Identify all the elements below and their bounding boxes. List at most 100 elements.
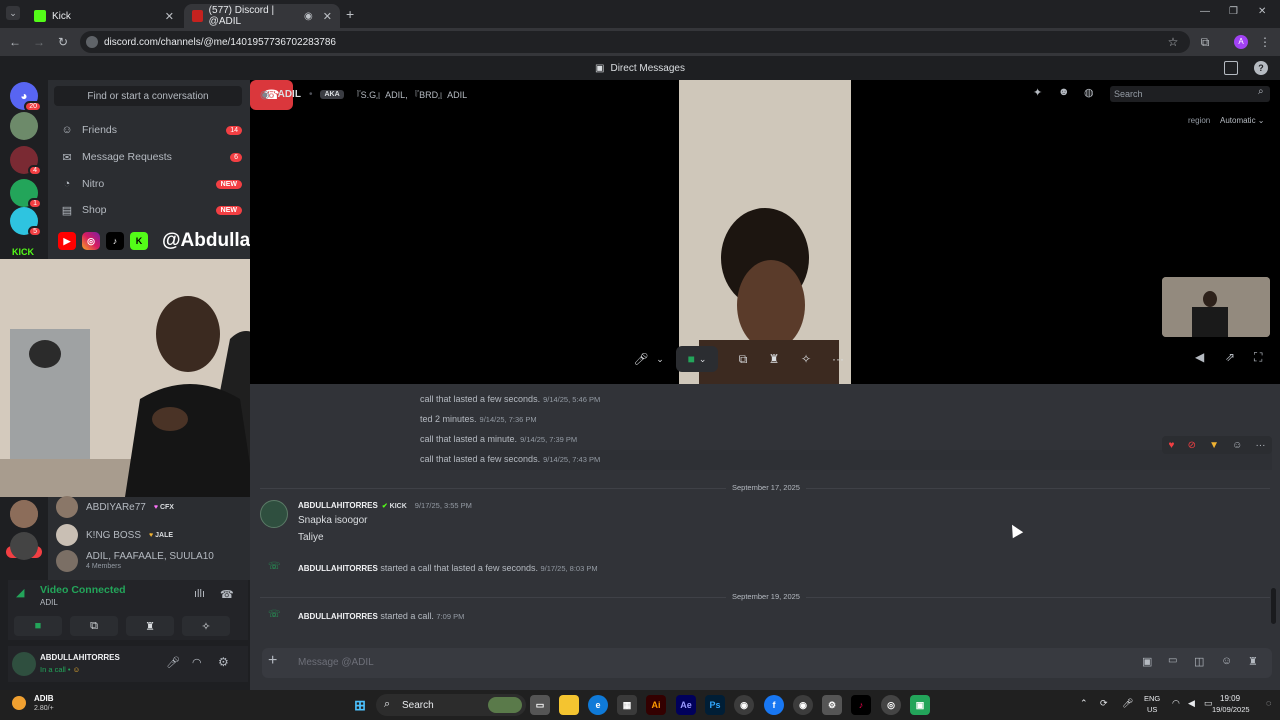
signal-icon[interactable]: ◢: [16, 586, 24, 599]
share-screen-button[interactable]: ⧉: [70, 616, 118, 636]
popout-icon[interactable]: ⇗: [1225, 350, 1235, 364]
extensions-icon[interactable]: ⧉: [1196, 33, 1214, 51]
server-icon[interactable]: 5: [10, 207, 42, 237]
nav-nitro[interactable]: ◔ Nitro NEW: [56, 172, 242, 196]
maximize-icon[interactable]: ❐: [1229, 6, 1238, 17]
server-icon[interactable]: [10, 112, 38, 140]
bookmark-star-icon[interactable]: ☆: [1164, 33, 1182, 51]
profile-avatar[interactable]: A: [1234, 35, 1248, 49]
app-icon[interactable]: ◎: [881, 695, 901, 715]
server-icon[interactable]: [10, 500, 38, 528]
new-tab-icon[interactable]: +: [346, 6, 354, 22]
group-dm-item[interactable]: ADIL, FAAFAALE, SUULA10 4 Members: [56, 550, 246, 572]
voice-channel[interactable]: ADIL: [40, 598, 58, 607]
add-friends-icon[interactable]: ☻: [1058, 86, 1070, 98]
server-icon[interactable]: [10, 532, 38, 560]
main-video-feed[interactable]: [679, 80, 851, 384]
add-reaction-icon[interactable]: ☺: [1232, 440, 1242, 451]
close-tab-icon[interactable]: ✕: [165, 10, 174, 23]
noise-suppression-icon[interactable]: ıllı: [194, 588, 205, 600]
nav-shop[interactable]: ▤ Shop NEW: [56, 198, 242, 222]
tray-overflow-icon[interactable]: ⌃: [1080, 698, 1088, 709]
disconnect-icon[interactable]: ☎: [220, 588, 234, 601]
tab-discord[interactable]: (577) Discord | @ADIL ◉ ✕: [184, 4, 340, 28]
thumbs-down-icon[interactable]: ▼: [1209, 440, 1219, 451]
fullscreen-icon[interactable]: ⛶: [1254, 350, 1262, 365]
message-avatar[interactable]: [260, 500, 288, 528]
start-windows-icon[interactable]: ⊞: [350, 695, 370, 715]
chrome-profile-icon[interactable]: ◉: [793, 695, 813, 715]
edge-icon[interactable]: e: [588, 695, 608, 715]
message-composer[interactable]: + Message @ADIL ▣ ▭ ◫ ☺ ♜: [262, 648, 1272, 678]
dm-item[interactable]: ABDIYARe77 ♥ CFX: [56, 494, 246, 520]
soundboard-button[interactable]: ✧: [182, 616, 230, 636]
call-log-author[interactable]: ABDULLAHITORRES: [298, 564, 378, 573]
store-icon[interactable]: ▦: [617, 695, 637, 715]
nav-message-requests[interactable]: ✉ Message Requests 6: [56, 145, 242, 169]
camera-button[interactable]: ■: [14, 616, 62, 636]
facebook-icon[interactable]: f: [764, 695, 784, 715]
mic-options-chevron-icon[interactable]: ⌄: [653, 346, 667, 372]
mic-tray-icon[interactable]: 🎤︎: [1122, 698, 1133, 709]
server-icon[interactable]: 4: [10, 146, 42, 176]
message-input[interactable]: Message @ADIL: [298, 657, 374, 668]
forward-icon[interactable]: →: [30, 33, 48, 51]
volume-icon[interactable]: ◀: [1195, 350, 1204, 364]
search-input[interactable]: Search: [1110, 86, 1270, 102]
emoji-icon[interactable]: ☺: [1221, 655, 1232, 667]
chat-scrollbar[interactable]: [1271, 588, 1276, 624]
activity-icon[interactable]: ♜: [759, 346, 789, 372]
reload-icon[interactable]: ↻: [54, 33, 72, 51]
language-indicator[interactable]: ENG: [1144, 694, 1160, 703]
taskbar-search[interactable]: ⌕ Search: [376, 694, 526, 716]
soundboard-icon[interactable]: ✧: [791, 346, 821, 372]
block-reaction-icon[interactable]: ⊘: [1188, 440, 1196, 451]
gift-icon[interactable]: ▣: [1142, 655, 1152, 668]
self-video-preview[interactable]: [1162, 277, 1270, 337]
heart-reaction-icon[interactable]: ♥: [1169, 440, 1175, 451]
close-tab-icon[interactable]: ✕: [323, 10, 332, 23]
gif-icon[interactable]: ▭: [1168, 655, 1177, 666]
server-icon[interactable]: 1: [10, 179, 42, 209]
activity-button[interactable]: ♜: [126, 616, 174, 636]
region-select[interactable]: Automatic ⌄: [1220, 116, 1265, 125]
microphone-icon[interactable]: 🎤︎: [166, 656, 180, 669]
dm-item[interactable]: K!NG BOSS ♥ JALE: [56, 522, 246, 548]
back-icon[interactable]: ←: [6, 33, 24, 51]
camera-toggle[interactable]: ■ ⌄: [676, 346, 718, 372]
audio-playing-icon[interactable]: ◉: [304, 11, 313, 22]
notifications-icon[interactable]: ◌: [1266, 698, 1271, 708]
find-conversation-button[interactable]: Find or start a conversation: [54, 86, 242, 106]
discord-home-icon[interactable]: ◕ 20: [10, 82, 42, 112]
apps-icon[interactable]: ♜: [1248, 655, 1258, 668]
inbox-icon[interactable]: [1224, 61, 1238, 75]
illustrator-icon[interactable]: Ai: [646, 695, 666, 715]
user-profile-icon[interactable]: ◍: [1084, 86, 1094, 99]
pin-icon[interactable]: ✦: [1033, 86, 1042, 99]
user-avatar[interactable]: [12, 652, 36, 676]
task-view-icon[interactable]: ▭: [530, 695, 550, 715]
tab-kick[interactable]: Kick ✕: [26, 4, 182, 28]
share-screen-icon[interactable]: ⧉: [728, 346, 758, 372]
speaker-icon[interactable]: ◀: [1188, 698, 1195, 709]
headphones-icon[interactable]: ◠: [192, 656, 202, 669]
help-icon[interactable]: ?: [1254, 61, 1268, 75]
clock-time[interactable]: 19:09: [1220, 694, 1240, 703]
chrome-icon[interactable]: ◉: [734, 695, 754, 715]
minimize-icon[interactable]: —: [1200, 6, 1210, 17]
attach-plus-icon[interactable]: +: [268, 652, 277, 670]
weather-icon[interactable]: [12, 696, 26, 710]
site-info-icon[interactable]: [86, 36, 98, 48]
sticker-icon[interactable]: ◫: [1194, 655, 1204, 668]
app-green-icon[interactable]: ▣: [910, 695, 930, 715]
message-author[interactable]: ABDULLAHITORRES: [298, 501, 378, 510]
sync-icon[interactable]: ⟳: [1100, 698, 1108, 709]
tiktok-taskbar-icon[interactable]: ♪: [851, 695, 871, 715]
file-explorer-icon[interactable]: [559, 695, 579, 715]
tab-search-icon[interactable]: ⌄: [6, 6, 20, 20]
address-bar[interactable]: discord.com/channels/@me/140195773670228…: [80, 31, 1190, 53]
nav-friends[interactable]: ☺ Friends 14: [56, 118, 242, 142]
settings-icon[interactable]: ⚙: [822, 695, 842, 715]
wifi-icon[interactable]: ◠: [1172, 698, 1180, 709]
more-icon[interactable]: ···: [1255, 440, 1265, 451]
